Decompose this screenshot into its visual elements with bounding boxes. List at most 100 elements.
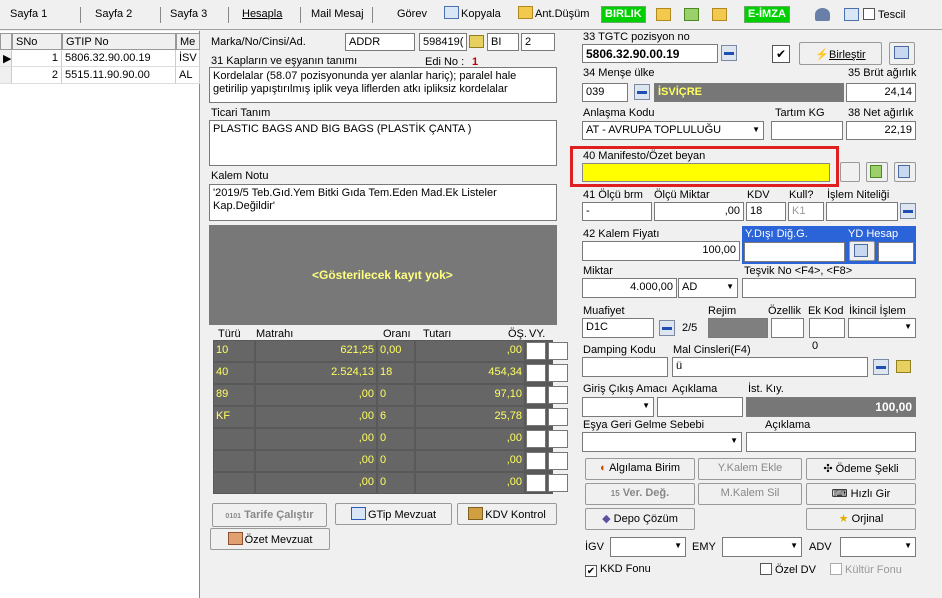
brut-input[interactable]: 24,14 <box>846 83 916 102</box>
grid-header-gtip[interactable]: GTIP No <box>62 33 176 50</box>
tax-vy-check[interactable] <box>548 408 568 426</box>
ticari-text[interactable]: PLASTIC BAGS AND BIG BAGS (PLASTİK ÇANTA… <box>209 120 557 166</box>
tab-sayfa-2[interactable]: Sayfa 2 <box>95 8 132 20</box>
tax-cell-matrahi[interactable]: ,00 <box>256 451 376 471</box>
tgtc-input[interactable]: 5806.32.90.00.19 <box>582 44 718 63</box>
tax-cell-orani[interactable]: 0 <box>378 429 414 449</box>
kultur-fonu-check[interactable] <box>830 563 842 575</box>
tax-cell-tutari[interactable]: ,00 <box>416 473 524 493</box>
tax-cell-matrahi[interactable]: ,00 <box>256 429 376 449</box>
yd-calculator-button[interactable] <box>849 241 875 261</box>
birlestir-button[interactable]: ⚡Birleştir <box>799 42 882 65</box>
grid-header-me[interactable]: Me <box>176 33 200 50</box>
odeme-sekli-button[interactable]: ✣ Ödeme Şekli <box>806 458 916 480</box>
tax-cell-orani[interactable]: 0,00 <box>378 341 414 361</box>
tax-cell-tutari[interactable]: ,00 <box>416 341 524 361</box>
row-indicator[interactable]: ▶ <box>0 50 12 67</box>
calculator-button[interactable] <box>889 42 915 65</box>
tescil-check[interactable] <box>863 8 875 20</box>
grid-header-sno[interactable]: SNo <box>12 33 62 50</box>
table-row-sno[interactable]: 1 <box>12 50 62 67</box>
mense-lookup-button[interactable] <box>634 84 650 100</box>
damping-input[interactable] <box>582 357 668 377</box>
tax-cell-turu[interactable]: 89 <box>214 385 254 405</box>
tax-os-check[interactable] <box>526 430 546 448</box>
kdv-input[interactable]: 18 <box>746 202 786 221</box>
kopyala-button[interactable]: Kopyala <box>444 6 501 20</box>
giris-select[interactable] <box>582 397 654 417</box>
kalem-fiyat-input[interactable]: 100,00 <box>582 241 740 261</box>
upload-icon[interactable] <box>684 8 699 21</box>
ek-kod-input[interactable] <box>809 318 845 338</box>
ozel-dv-check[interactable] <box>760 563 772 575</box>
tax-cell-orani[interactable]: 6 <box>378 407 414 427</box>
ozellik-input[interactable] <box>771 318 804 338</box>
net-input[interactable]: 22,19 <box>846 121 916 140</box>
edit-icon[interactable] <box>896 360 911 373</box>
tax-vy-check[interactable] <box>548 364 568 382</box>
marka-number-input[interactable]: 598419( <box>419 33 467 51</box>
muafiyet-input[interactable]: D1C <box>582 318 654 338</box>
tax-cell-tutari[interactable]: ,00 <box>416 429 524 449</box>
tax-cell-matrahi[interactable]: ,00 <box>256 385 376 405</box>
tax-vy-check[interactable] <box>548 452 568 470</box>
kdv-kontrol-button[interactable]: KDV Kontrol <box>457 503 557 525</box>
tax-vy-check[interactable] <box>548 386 568 404</box>
tax-vy-check[interactable] <box>548 430 568 448</box>
mail-mesaj-button[interactable]: Mail Mesaj <box>311 8 364 20</box>
ikincil-select[interactable] <box>848 318 916 338</box>
birlik-badge[interactable]: BIRLIK <box>601 6 646 23</box>
tax-cell-matrahi[interactable]: ,00 <box>256 407 376 427</box>
tax-cell-tutari[interactable]: 97,10 <box>416 385 524 405</box>
gtip-mevzuat-button[interactable]: GTip Mevzuat <box>335 503 452 525</box>
emy-select[interactable] <box>722 537 802 557</box>
tab-sayfa-3[interactable]: Sayfa 3 <box>170 8 207 20</box>
tax-os-check[interactable] <box>526 342 546 360</box>
row-indicator[interactable] <box>0 67 12 84</box>
tax-cell-tutari[interactable]: 25,78 <box>416 407 524 427</box>
kull-input[interactable]: K1 <box>788 202 824 221</box>
aciklama2-input[interactable] <box>746 432 916 452</box>
bi-input[interactable]: BI <box>487 33 519 51</box>
tax-cell-matrahi[interactable]: ,00 <box>256 473 376 493</box>
mal-cins-input[interactable]: ü <box>672 357 868 377</box>
tax-os-check[interactable] <box>526 474 546 492</box>
tax-cell-matrahi[interactable]: 621,25 <box>256 341 376 361</box>
manifesto-input[interactable] <box>582 163 830 182</box>
olcu-input[interactable]: - <box>582 202 652 221</box>
miktar-unit-select[interactable]: AD <box>678 278 738 298</box>
ant-dusum-button[interactable]: Ant.Düşüm <box>518 6 589 20</box>
tgtc-checkbox[interactable]: ✔ <box>772 45 790 63</box>
manifesto-doc-button[interactable] <box>840 162 860 182</box>
islem-input[interactable] <box>826 202 898 221</box>
tax-cell-turu[interactable]: KF <box>214 407 254 427</box>
esya-select[interactable] <box>582 432 742 452</box>
kkd-checkbox[interactable]: ✔ KKD Fonu <box>585 563 651 577</box>
kap-text[interactable]: Kordelalar (58.07 pozisyonunda yer alanl… <box>209 67 557 103</box>
tax-vy-check[interactable] <box>548 474 568 492</box>
table-row-gtip[interactable]: 5515.11.90.90.00 <box>62 67 176 84</box>
hizli-gir-button[interactable]: ⌨ Hızlı Gir <box>806 483 916 505</box>
y-kalem-ekle-button[interactable]: Y.Kalem Ekle <box>698 458 802 480</box>
ver-deg-button[interactable]: 15 Ver. Değ. <box>585 483 695 505</box>
tax-os-check[interactable] <box>526 386 546 404</box>
hesapla-button[interactable]: Hesapla <box>242 8 282 20</box>
tax-cell-orani[interactable]: 18 <box>378 363 414 383</box>
kalem-notu-text[interactable]: '2019/5 Teb.Gıd.Yem Bitki Gıda Tem.Eden … <box>209 184 557 221</box>
muafiyet-lookup-button[interactable] <box>659 320 675 336</box>
table-row-me[interactable]: AL <box>176 67 200 84</box>
tax-cell-orani[interactable]: 0 <box>378 451 414 471</box>
open-folder-icon[interactable] <box>656 8 671 21</box>
e-imza-badge[interactable]: E-İMZA <box>744 6 790 23</box>
tax-cell-turu[interactable] <box>214 451 254 471</box>
gorev-button[interactable]: Görev <box>397 8 427 20</box>
orjinal-button[interactable]: ★ Orjinal <box>806 508 916 530</box>
tax-cell-turu[interactable]: 10 <box>214 341 254 361</box>
aciklama-input[interactable] <box>657 397 743 417</box>
export-icon[interactable] <box>712 8 727 21</box>
mense-code-input[interactable]: 039 <box>582 83 628 102</box>
ydisi-input[interactable] <box>744 242 845 262</box>
tax-cell-orani[interactable]: 0 <box>378 473 414 493</box>
document-icon[interactable] <box>844 8 859 21</box>
islem-lookup-button[interactable] <box>900 203 916 219</box>
